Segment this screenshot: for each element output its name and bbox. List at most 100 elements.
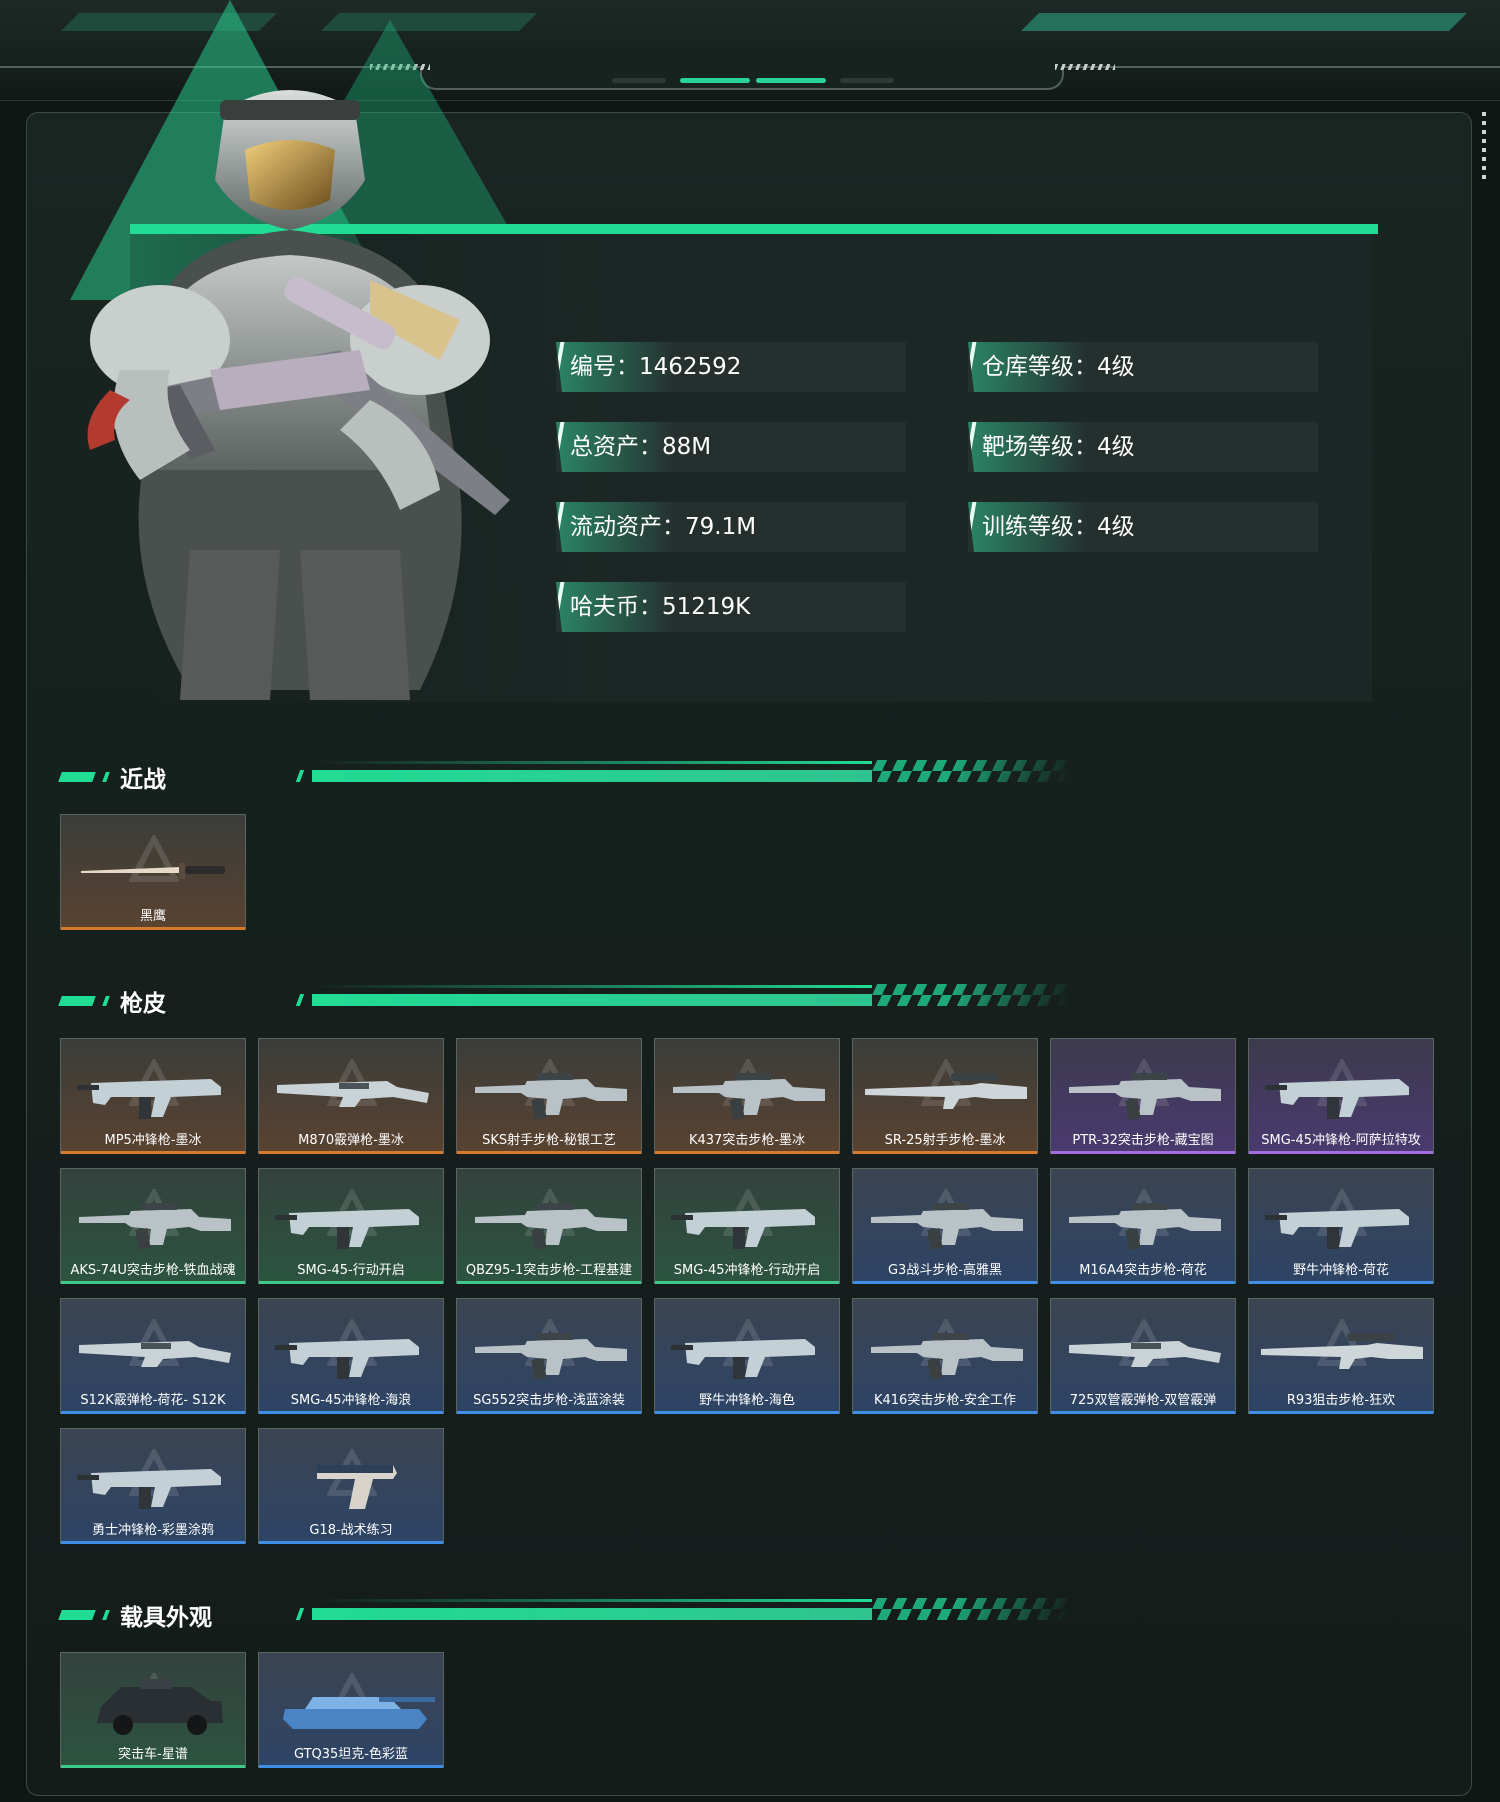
item-card[interactable]: SMG-45冲锋枪-行动开启 — [654, 1168, 840, 1284]
rifle-icon — [871, 1333, 1023, 1380]
scroll-indicator[interactable] — [1482, 112, 1486, 182]
stat-total-assets-text: 总资产：88M — [570, 434, 712, 460]
shotgun-icon — [1069, 1341, 1221, 1367]
smg-icon — [1265, 1209, 1409, 1249]
item-card[interactable]: SMG-45-行动开启 — [258, 1168, 444, 1284]
item-card[interactable]: GTQ35坦克-色彩蓝 — [258, 1652, 444, 1768]
item-card-label: SMG-45-行动开启 — [297, 1263, 405, 1278]
item-card-label: M16A4突击步枪-荷花 — [1079, 1263, 1207, 1278]
item-card-label: 黑鹰 — [139, 909, 166, 924]
item-card-label: G18-战术练习 — [309, 1523, 393, 1538]
rifle-icon — [673, 1073, 825, 1120]
section-marker — [58, 996, 96, 1006]
item-card[interactable]: S12K霰弹枪-荷花- S12K — [60, 1298, 246, 1414]
item-card[interactable]: SR-25射手步枪-墨冰 — [852, 1038, 1038, 1154]
section-checker-pattern — [866, 1598, 1078, 1620]
item-card-label: SR-25射手步枪-墨冰 — [884, 1133, 1006, 1148]
item-card-label: SMG-45冲锋枪-行动开启 — [673, 1263, 821, 1278]
pistol-icon — [317, 1465, 397, 1509]
stat-training-level-text: 训练等级：4级 — [982, 514, 1135, 540]
item-card[interactable]: 突击车-星谱 — [60, 1652, 246, 1768]
smg-icon — [671, 1339, 815, 1379]
item-card[interactable]: MP5冲锋枪-墨冰 — [60, 1038, 246, 1154]
section-rule — [312, 985, 872, 988]
stat-player-id: 编号：1462592 — [556, 342, 906, 392]
item-card[interactable]: 野牛冲锋枪-荷花 — [1248, 1168, 1434, 1284]
item-card[interactable]: K437突击步枪-墨冰 — [654, 1038, 840, 1154]
tank-icon — [283, 1697, 435, 1729]
item-card-label: GTQ35坦克-色彩蓝 — [293, 1747, 409, 1762]
item-card-label: MP5冲锋枪-墨冰 — [104, 1133, 202, 1148]
shotgun-icon — [79, 1341, 231, 1367]
sniper-icon — [865, 1073, 1027, 1109]
section-title-gun-skins: 枪皮 — [120, 991, 166, 1017]
item-card-label: SMG-45冲锋枪-阿萨拉特攻 — [1261, 1133, 1421, 1148]
shotgun-icon — [277, 1081, 429, 1107]
stat-total-assets: 总资产：88M — [556, 422, 906, 472]
section-marker — [58, 772, 96, 782]
section-title-vehicles: 载具外观 — [120, 1605, 212, 1631]
stat-range-level: 靶场等级：4级 — [968, 422, 1318, 472]
item-card[interactable]: SKS射手步枪-秘银工艺 — [456, 1038, 642, 1154]
item-card[interactable]: 黑鹰 — [60, 814, 246, 930]
stat-liquid-assets-text: 流动资产：79.1M — [570, 514, 757, 540]
stat-haf-coins-text: 哈夫币：51219K — [570, 594, 751, 620]
section-marker — [102, 1610, 110, 1620]
smg-icon — [1265, 1079, 1409, 1119]
item-card[interactable]: AKS-74U突击步枪-铁血战魂 — [60, 1168, 246, 1284]
smg-icon — [275, 1209, 419, 1249]
stat-training-level: 训练等级：4级 — [968, 502, 1318, 552]
item-card-label: 突击车-星谱 — [118, 1747, 188, 1762]
section-header-gun-skins: 枪皮 — [58, 982, 1078, 1022]
item-card-label: R93狙击步枪-狂欢 — [1286, 1393, 1396, 1408]
item-card[interactable]: QBZ95-1突击步枪-工程基建 — [456, 1168, 642, 1284]
rifle-icon — [475, 1333, 627, 1380]
header-pill-active — [756, 78, 826, 83]
section-rule — [295, 770, 305, 782]
item-card[interactable]: M870霰弹枪-墨冰 — [258, 1038, 444, 1154]
item-card-label: 野牛冲锋枪-海色 — [699, 1393, 795, 1408]
section-title-melee: 近战 — [120, 767, 166, 793]
rifle-icon — [79, 1203, 231, 1250]
item-card[interactable]: 野牛冲锋枪-海色 — [654, 1298, 840, 1414]
item-card[interactable]: M16A4突击步枪-荷花 — [1050, 1168, 1236, 1284]
stat-warehouse-level-text: 仓库等级：4级 — [982, 354, 1135, 380]
stat-liquid-assets: 流动资产：79.1M — [556, 502, 906, 552]
item-card[interactable]: PTR-32突击步枪-藏宝图 — [1050, 1038, 1236, 1154]
stat-range-level-text: 靶场等级：4级 — [982, 434, 1135, 460]
knife-icon — [81, 863, 225, 879]
item-card[interactable]: G18-战术练习 — [258, 1428, 444, 1544]
item-card[interactable]: 725双管霰弹枪-双管霰弹 — [1050, 1298, 1236, 1414]
header-pill — [612, 78, 666, 83]
item-card-label: K416突击步枪-安全工作 — [873, 1393, 1017, 1408]
header-hatch — [1055, 64, 1115, 70]
stat-haf-coins: 哈夫币：51219K — [556, 582, 906, 632]
item-card[interactable]: SMG-45冲锋枪-阿萨拉特攻 — [1248, 1038, 1434, 1154]
section-rule — [312, 761, 872, 764]
section-marker — [102, 996, 110, 1006]
section-rule — [312, 1599, 872, 1602]
item-card-label: 725双管霰弹枪-双管霰弹 — [1069, 1393, 1217, 1408]
item-card-label: G3战斗步枪-高雅黑 — [887, 1263, 1003, 1278]
item-card[interactable]: R93狙击步枪-狂欢 — [1248, 1298, 1434, 1414]
section-header-vehicles: 载具外观 — [58, 1596, 1078, 1636]
operator-avatar — [87, 90, 510, 700]
item-card-label: QBZ95-1突击步枪-工程基建 — [465, 1263, 633, 1278]
stat-warehouse-level: 仓库等级：4级 — [968, 342, 1318, 392]
rifle-icon — [1069, 1073, 1221, 1120]
section-marker — [58, 1610, 96, 1620]
section-rule — [312, 994, 872, 1006]
item-card[interactable]: G3战斗步枪-高雅黑 — [852, 1168, 1038, 1284]
section-checker-pattern — [866, 760, 1078, 782]
item-card[interactable]: K416突击步枪-安全工作 — [852, 1298, 1038, 1414]
section-rule — [295, 1608, 305, 1620]
header-stripe — [1341, 13, 1467, 31]
item-card-label: PTR-32突击步枪-藏宝图 — [1072, 1133, 1214, 1148]
item-card[interactable]: 勇士冲锋枪-彩墨涂鸦 — [60, 1428, 246, 1544]
item-card[interactable]: SG552突击步枪-浅蓝涂装 — [456, 1298, 642, 1414]
item-card[interactable]: SMG-45冲锋枪-海浪 — [258, 1298, 444, 1414]
smg-icon — [275, 1339, 419, 1379]
rifle-icon — [871, 1203, 1023, 1250]
item-card-label: 野牛冲锋枪-荷花 — [1293, 1263, 1389, 1278]
rifle-icon — [475, 1203, 627, 1250]
